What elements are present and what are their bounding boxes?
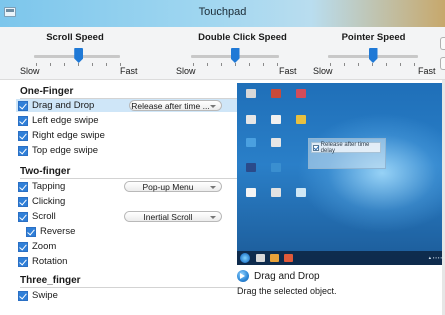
double-click-speed-max-label: Fast: [279, 66, 297, 76]
gesture-preview: Release after time delay ▲ ▪ ▪ ▪ ▪: [237, 83, 445, 265]
title-bar: Touchpad: [0, 0, 445, 27]
preview-options-window: Release after time delay: [308, 138, 386, 169]
desktop-icon: [296, 115, 306, 124]
preview-option-label: Release after time delay: [320, 141, 370, 154]
two-finger-header: Two-finger: [20, 166, 71, 177]
chevron-down-icon: [210, 186, 216, 189]
preview-taskbar: ▲ ▪ ▪ ▪ ▪: [237, 251, 445, 265]
double-click-speed-title: Double Click Speed: [198, 32, 287, 43]
reverse-checkbox[interactable]: [26, 226, 36, 237]
scroll-checkbox[interactable]: [18, 211, 28, 222]
option-scroll[interactable]: Scroll: [18, 210, 56, 223]
double-click-speed-slider-group: Double Click Speed Slow Fast: [175, 27, 300, 80]
option-reverse[interactable]: Reverse: [26, 225, 75, 238]
zoom-label: Zoom: [32, 241, 57, 252]
right-edge-swipe-label: Right edge swipe: [32, 130, 105, 141]
tapping-dropdown-value: Pop-up Menu: [142, 181, 194, 192]
scroll-dropdown[interactable]: Inertial Scroll: [124, 211, 222, 222]
option-left-edge-swipe[interactable]: Left edge swipe: [18, 114, 99, 127]
tapping-checkbox[interactable]: [18, 181, 28, 192]
chevron-down-icon: [210, 216, 216, 219]
window-title: Touchpad: [198, 6, 247, 18]
tapping-label: Tapping: [32, 181, 66, 192]
option-zoom[interactable]: Zoom: [18, 240, 56, 253]
zoom-checkbox[interactable]: [18, 241, 28, 252]
two-finger-divider: [20, 178, 242, 179]
wallpaper-glow: [297, 113, 445, 233]
desktop-icon: [246, 89, 256, 98]
taskbar-app-icon: [256, 254, 265, 262]
pointer-speed-thumb[interactable]: [368, 48, 378, 63]
clicking-label: Clicking: [32, 196, 66, 207]
drag-and-drop-dropdown[interactable]: Release after time ...: [129, 100, 222, 111]
desktop-icon: [271, 89, 281, 98]
drag-and-drop-dropdown-value: Release after time ...: [131, 100, 210, 111]
scroll-speed-min-label: Slow: [20, 66, 40, 76]
drag-and-drop-checkbox[interactable]: [18, 100, 28, 111]
tapping-dropdown[interactable]: Pop-up Menu: [124, 181, 222, 192]
taskbar-app-icon: [270, 254, 279, 262]
scroll-speed-thumb[interactable]: [74, 48, 84, 63]
desktop-icon: [271, 138, 281, 147]
gesture-list: One-Finger Drag and Drop Release after t…: [16, 80, 251, 315]
rotation-label: Rotation: [32, 256, 68, 267]
play-icon[interactable]: [237, 270, 249, 282]
desktop-icon: [271, 163, 281, 172]
desktop-icon: [246, 163, 256, 172]
option-right-edge-swipe[interactable]: Right edge swipe: [18, 129, 105, 142]
desktop-icon: [271, 188, 281, 197]
double-click-speed-thumb[interactable]: [230, 48, 240, 63]
description-title: Drag and Drop: [254, 271, 320, 282]
desktop-icon: [296, 188, 306, 197]
drag-and-drop-label: Drag and Drop: [32, 100, 95, 111]
top-edge-swipe-label: Top edge swipe: [32, 145, 99, 156]
description-text: Drag the selected object.: [237, 286, 337, 296]
option-rotation[interactable]: Rotation: [18, 255, 67, 268]
reverse-label: Reverse: [40, 226, 76, 237]
desktop-icon: [246, 115, 256, 124]
pointer-speed-max-label: Fast: [418, 66, 436, 76]
taskbar-app-icon: [284, 254, 293, 262]
preview-option-row: Release after time delay: [311, 141, 381, 154]
desktop-icon: [271, 115, 281, 124]
speed-sliders: Scroll Speed Slow Fast Double Click Spee…: [0, 27, 445, 80]
pointer-speed-title: Pointer Speed: [341, 32, 406, 43]
taskbar-tray: ▲ ▪ ▪ ▪ ▪: [427, 255, 442, 260]
scroll-speed-max-label: Fast: [120, 66, 138, 76]
three-finger-header: Three_finger: [20, 275, 81, 286]
clicking-checkbox[interactable]: [18, 196, 28, 207]
pointer-speed-ticks: [330, 63, 420, 66]
three-finger-divider: [20, 287, 242, 288]
pointer-speed-min-label: Slow: [313, 66, 333, 76]
pointer-speed-slider-group: Pointer Speed Slow Fast: [312, 27, 445, 80]
scroll-speed-ticks: [36, 63, 122, 66]
desktop-icon: [296, 89, 306, 98]
left-edge-swipe-checkbox[interactable]: [18, 115, 28, 126]
desktop-icon: [246, 188, 256, 197]
rotation-checkbox[interactable]: [18, 256, 28, 267]
desktop-icon: [246, 138, 256, 147]
edge-button-top[interactable]: [440, 37, 445, 50]
chevron-down-icon: [210, 105, 216, 108]
option-tapping[interactable]: Tapping: [18, 180, 65, 193]
right-edge-swipe-checkbox[interactable]: [18, 130, 28, 141]
edge-button-bottom[interactable]: [440, 57, 445, 70]
scroll-speed-title: Scroll Speed: [46, 32, 104, 43]
top-edge-swipe-checkbox[interactable]: [18, 145, 28, 156]
preview-checkbox: [313, 144, 319, 151]
scroll-dropdown-value: Inertial Scroll: [143, 211, 193, 222]
left-edge-swipe-label: Left edge swipe: [32, 115, 99, 126]
option-swipe[interactable]: Swipe: [18, 289, 58, 302]
option-top-edge-swipe[interactable]: Top edge swipe: [18, 144, 98, 157]
start-orb-icon: [240, 253, 250, 263]
double-click-speed-ticks: [193, 63, 281, 66]
one-finger-header: One-Finger: [20, 86, 74, 97]
double-click-speed-min-label: Slow: [176, 66, 196, 76]
option-clicking[interactable]: Clicking: [18, 195, 65, 208]
swipe-checkbox[interactable]: [18, 290, 28, 301]
scroll-speed-slider-group: Scroll Speed Slow Fast: [0, 27, 150, 80]
scroll-label: Scroll: [32, 211, 56, 222]
swipe-label: Swipe: [32, 290, 58, 301]
settings-panel: One-Finger Drag and Drop Release after t…: [0, 80, 445, 315]
